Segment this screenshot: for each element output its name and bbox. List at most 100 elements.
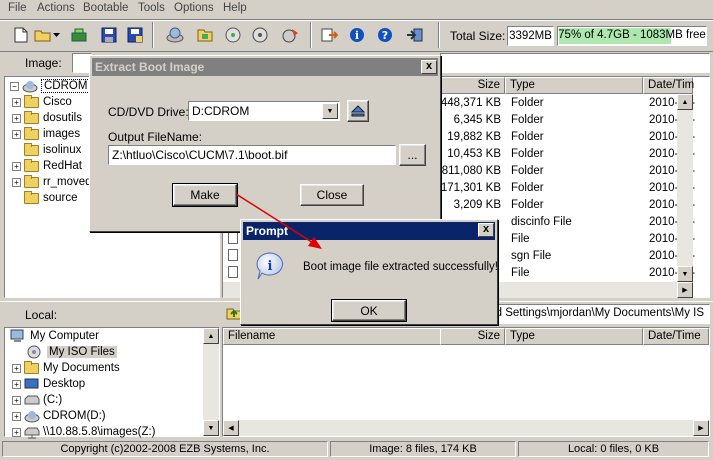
row-size: 448,371 KB [440,96,501,109]
total-size-value: 3392MB [507,26,554,46]
status-copyright: Copyright (c)2002-2008 EZB Systems, Inc. [2,441,328,457]
scroll-up-icon[interactable]: ▲ [203,328,219,344]
help-icon[interactable]: ? [374,24,396,46]
row-type: Folder [511,198,544,211]
tree-item-my-documents[interactable]: + My Documents [12,360,120,376]
scroll-down-icon[interactable]: ▼ [203,420,219,436]
eject-button[interactable] [347,100,369,122]
mount-icon[interactable] [250,24,272,46]
tree-item-images[interactable]: + images [12,126,80,142]
tree-item-source[interactable]: source [24,190,78,206]
column-size[interactable]: Size [440,77,505,94]
dropdown-arrow-icon[interactable] [50,24,62,46]
scroll-up-icon[interactable]: ▲ [677,94,693,110]
row-size: 6,345 KB [453,113,501,126]
ok-button[interactable]: OK [331,299,407,322]
menu-bootable[interactable]: Bootable [83,2,128,14]
tree-item-desktop[interactable]: + Desktop [12,376,85,392]
menu-actions[interactable]: Actions [37,2,75,14]
make-button[interactable]: Make [172,183,238,207]
expand-icon[interactable]: + [12,427,21,437]
column-type[interactable]: Type [505,77,643,94]
desktop-icon [24,378,39,388]
tree-item-my-iso-files[interactable]: My ISO Files [26,344,117,360]
folder-icon [24,142,39,156]
expand-icon[interactable]: + [12,97,21,107]
extract-boot-image-dialog: Extract Boot Image x CD/DVD Drive: D:CDR… [89,55,441,232]
row-type: Folder [511,181,544,194]
column-type[interactable]: Type [505,328,643,345]
scroll-left-icon[interactable]: ◀ [223,420,239,436]
save-icon[interactable] [98,24,120,46]
drive-select[interactable]: D:CDROM ▼ [188,101,340,121]
status-image-info: Image: 8 files, 174 KB [330,441,516,457]
browse-button[interactable]: ... [399,144,426,166]
add-folder-icon[interactable] [222,24,244,46]
local-list-hscroll[interactable]: ◀ ▶ [223,420,709,436]
image-path-field-right[interactable] [440,53,710,73]
expand-icon[interactable]: + [12,395,21,405]
network-drive-icon [24,427,40,439]
expand-icon[interactable]: + [12,363,21,373]
menu-file[interactable]: File [8,2,27,14]
column-date[interactable]: Date/Time [643,328,709,345]
add-file-icon[interactable] [194,24,216,46]
cdrom-icon [24,411,40,423]
cdrom-icon[interactable] [164,24,186,46]
scroll-right-icon[interactable]: ▶ [693,420,709,436]
tree-item-rr-moved[interactable]: + rr_moved [12,174,92,190]
tree-item-c-drive[interactable]: + (C:) [12,392,62,408]
info-icon: i [255,251,285,284]
cdrom-icon [22,81,38,93]
expand-icon[interactable]: + [12,379,21,389]
tree-item-cdrom-d[interactable]: + CDROM(D:) [12,408,106,424]
tree-item-cdrom[interactable]: − CDROM [10,78,91,94]
row-type: Folder [511,96,544,109]
column-size[interactable]: Size [440,328,505,345]
close-button[interactable]: Close [300,184,364,206]
chevron-down-icon[interactable]: ▼ [322,103,338,119]
tree-item-network-drive[interactable]: + \\10.88.5.8\images(Z:) [12,424,156,440]
scroll-down-icon[interactable]: ▼ [677,266,693,282]
info-icon[interactable]: i [346,24,368,46]
close-icon[interactable]: x [421,60,437,74]
scroll-right-icon[interactable]: ▶ [677,282,693,298]
computer-icon [10,329,24,342]
expand-icon[interactable]: + [12,113,21,123]
row-type: Folder [511,164,544,177]
dialog-title: Prompt [243,222,495,240]
file-icon [228,232,238,244]
menu-bar: File Actions Bootable Tools Options Help [0,0,713,18]
expand-icon[interactable]: + [12,177,21,187]
menu-tools[interactable]: Tools [138,2,165,14]
image-list-vscroll[interactable]: ▲ ▼ [677,94,693,282]
tree-item-isolinux[interactable]: isolinux [24,142,81,158]
file-icon [228,249,238,261]
capacity-text: 75% of 4.7GB - 1083MB free [558,29,706,41]
local-label: Local: [25,308,58,322]
properties-icon[interactable] [318,24,340,46]
collapse-icon[interactable]: − [10,81,19,91]
local-tree-vscroll[interactable]: ▲ ▼ [203,328,219,436]
column-date[interactable]: Date/Tim [643,77,694,94]
output-filename-input[interactable]: Z:\htluo\Cisco\CUCM\7.1\boot.bif [108,145,396,165]
new-icon[interactable] [10,24,32,46]
menu-options[interactable]: Options [174,2,214,14]
image-label: Image: [25,56,62,70]
save-as-icon[interactable] [124,24,146,46]
expand-icon[interactable]: + [12,411,21,421]
tree-item-my-computer[interactable]: My Computer [10,328,99,344]
close-icon[interactable]: x [478,223,494,237]
dialog-title: Extract Boot Image [92,58,438,76]
tree-item-cisco[interactable]: + Cisco [12,94,72,110]
tree-item-dosutils[interactable]: + dosutils [12,110,82,126]
tree-item-redhat[interactable]: + RedHat [12,158,82,174]
exit-icon[interactable] [404,24,426,46]
extract-icon[interactable] [68,24,90,46]
row-type: Folder [511,113,544,126]
folder-icon [24,126,39,140]
menu-help[interactable]: Help [223,2,247,14]
expand-icon[interactable]: + [12,129,21,139]
burn-icon[interactable] [280,24,302,46]
expand-icon[interactable]: + [12,161,21,171]
